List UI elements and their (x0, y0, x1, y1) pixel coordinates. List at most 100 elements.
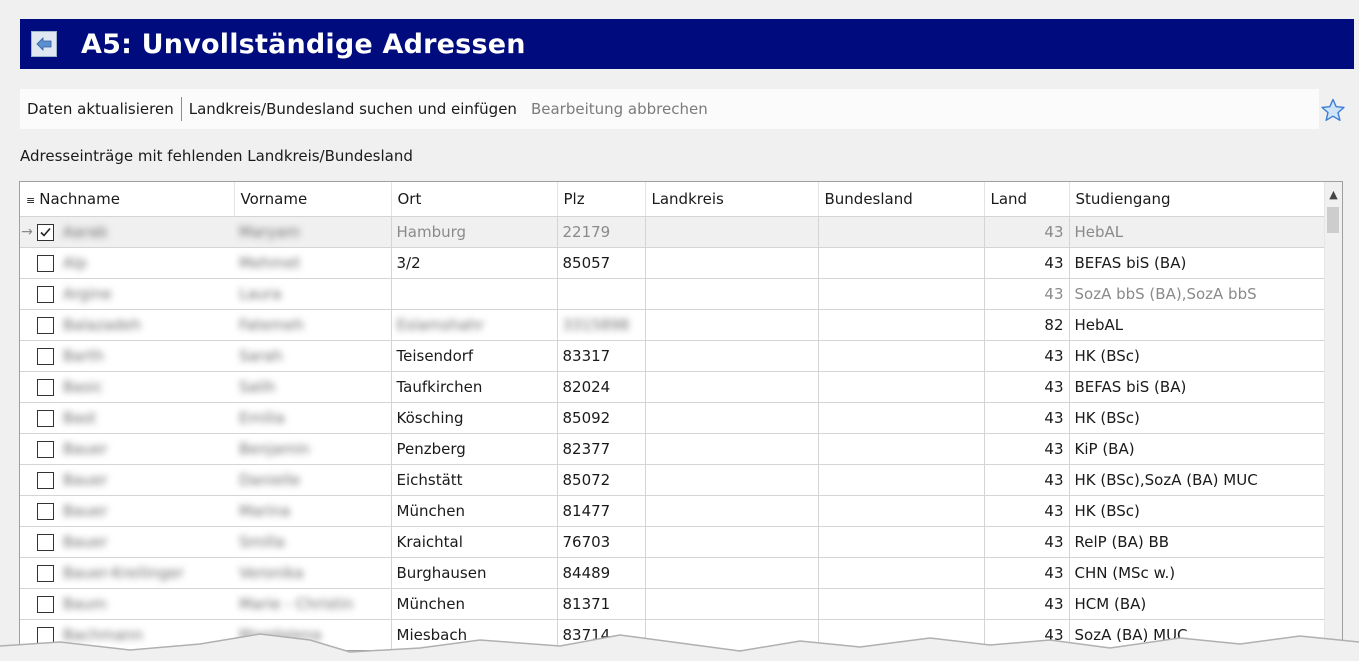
cell-vorname[interactable]: Fatemeh (234, 309, 392, 341)
table-row[interactable]: Bauer Danielle Eichstätt 85072 43 HK (BSc),So… (20, 464, 1328, 496)
cell-vorname[interactable]: Sarah (234, 340, 392, 372)
row-checkbox[interactable] (37, 316, 54, 334)
cell-plz[interactable]: 3315898 (557, 309, 646, 341)
cell-landkreis[interactable] (645, 371, 819, 403)
table-row[interactable]: Balazadeh Fatemeh Eslamshahr 3315898 82 HebAL (20, 309, 1328, 341)
cell-studiengang[interactable]: BEFAS biS (BA) (1069, 371, 1328, 403)
search-insert-district-button[interactable]: Landkreis/Bundesland suchen und einfügen (182, 100, 524, 118)
cell-bundesland[interactable] (818, 526, 985, 558)
cell-bundesland[interactable] (818, 464, 985, 496)
cell-studiengang[interactable]: SozA bbS (BA),SozA bbS (1069, 278, 1328, 310)
cell-landkreis[interactable] (645, 402, 819, 434)
cell-plz[interactable]: 83317 (557, 340, 646, 372)
cell-vorname[interactable]: Benjamin (234, 433, 392, 465)
cell-nachname[interactable]: Bauer (20, 495, 234, 527)
cell-bundesland[interactable] (818, 495, 985, 527)
column-header-plz[interactable]: Plz (557, 182, 646, 217)
refresh-data-button[interactable]: Daten aktualisieren (20, 100, 181, 118)
cell-plz[interactable]: 85072 (557, 464, 646, 496)
cell-ort[interactable]: Teisendorf (391, 340, 558, 372)
column-header-bundesland[interactable]: Bundesland (818, 182, 985, 217)
cell-land[interactable]: 43 (984, 247, 1070, 279)
row-checkbox[interactable] (37, 347, 54, 365)
table-row[interactable]: Argine Laura 43 SozA bbS (BA),SozA bbS (20, 278, 1328, 310)
column-header-vorname[interactable]: Vorname (234, 182, 392, 217)
row-checkbox[interactable] (37, 223, 54, 241)
cell-landkreis[interactable] (645, 309, 819, 341)
column-header-nachname[interactable]: ≡ Nachname (20, 182, 235, 217)
cell-landkreis[interactable] (645, 247, 819, 279)
cell-land[interactable]: 43 (984, 495, 1070, 527)
cell-nachname[interactable]: Balazadeh (20, 309, 234, 341)
row-checkbox[interactable] (37, 254, 54, 272)
cell-nachname[interactable]: Bauer (20, 433, 234, 465)
cell-studiengang[interactable]: HCM (BA) (1069, 588, 1328, 620)
cell-land[interactable]: 43 (984, 278, 1070, 310)
cell-land[interactable]: 43 (984, 340, 1070, 372)
column-header-studiengang[interactable]: Studiengang (1069, 182, 1328, 217)
cell-ort[interactable]: Burghausen (391, 557, 558, 589)
table-row[interactable]: Bauer Smilla Kraichtal 76703 43 RelP (BA) BB (20, 526, 1328, 558)
cell-ort[interactable]: München (391, 588, 558, 620)
row-checkbox[interactable] (37, 533, 54, 551)
table-row[interactable]: Alp Mehmet 3/2 85057 43 BEFAS biS (BA) (20, 247, 1328, 279)
cell-land[interactable]: 43 (984, 216, 1070, 248)
cell-vorname[interactable]: Veronika (234, 557, 392, 589)
cell-vorname[interactable]: Emilia (234, 402, 392, 434)
table-row[interactable]: Bauer Marina München 81477 43 HK (BSc) (20, 495, 1328, 527)
cell-land[interactable]: 43 (984, 557, 1070, 589)
cell-plz[interactable]: 85092 (557, 402, 646, 434)
column-header-land[interactable]: Land (984, 182, 1070, 217)
cell-studiengang[interactable]: HK (BSc) (1069, 495, 1328, 527)
row-checkbox[interactable] (37, 378, 54, 396)
cell-nachname[interactable]: → Aarab (20, 216, 234, 248)
cell-nachname[interactable]: Bast (20, 402, 234, 434)
cell-land[interactable]: 82 (984, 309, 1070, 341)
cell-ort[interactable]: Hamburg (391, 216, 558, 248)
cell-landkreis[interactable] (645, 340, 819, 372)
cell-studiengang[interactable]: HK (BSc) (1069, 402, 1328, 434)
cell-land[interactable]: 43 (984, 464, 1070, 496)
cell-ort[interactable]: Kraichtal (391, 526, 558, 558)
table-row[interactable]: Bauer-Kreilinger Veronika Burghausen 84489 4… (20, 557, 1328, 589)
cell-studiengang[interactable]: KiP (BA) (1069, 433, 1328, 465)
cell-studiengang[interactable]: HebAL (1069, 309, 1328, 341)
cell-bundesland[interactable] (818, 278, 985, 310)
star-icon[interactable] (1320, 98, 1346, 122)
cancel-edit-button[interactable]: Bearbeitung abbrechen (524, 100, 715, 118)
row-checkbox[interactable] (37, 409, 54, 427)
cell-plz[interactable]: 81371 (557, 588, 646, 620)
cell-landkreis[interactable] (645, 464, 819, 496)
cell-landkreis[interactable] (645, 526, 819, 558)
cell-plz[interactable]: 84489 (557, 557, 646, 589)
column-header-ort[interactable]: Ort (391, 182, 558, 217)
row-checkbox[interactable] (37, 285, 54, 303)
row-checkbox[interactable] (37, 440, 54, 458)
cell-land[interactable]: 43 (984, 588, 1070, 620)
cell-bundesland[interactable] (818, 340, 985, 372)
table-row[interactable]: Basic Salih Taufkirchen 82024 43 BEFAS biS (B… (20, 371, 1328, 403)
cell-nachname[interactable]: Barth (20, 340, 234, 372)
cell-studiengang[interactable]: HebAL (1069, 216, 1328, 248)
cell-plz[interactable] (557, 278, 646, 310)
back-button[interactable] (31, 31, 57, 57)
cell-vorname[interactable]: Salih (234, 371, 392, 403)
cell-landkreis[interactable] (645, 588, 819, 620)
cell-ort[interactable]: Kösching (391, 402, 558, 434)
cell-bundesland[interactable] (818, 247, 985, 279)
cell-vorname[interactable]: Marie - Christin (234, 588, 392, 620)
cell-ort[interactable]: Taufkirchen (391, 371, 558, 403)
cell-ort[interactable] (391, 278, 558, 310)
cell-studiengang[interactable]: RelP (BA) BB (1069, 526, 1328, 558)
cell-bundesland[interactable] (818, 371, 985, 403)
column-chooser-icon[interactable]: ≡ (26, 194, 35, 207)
cell-nachname[interactable]: Alp (20, 247, 234, 279)
cell-vorname[interactable]: Marina (234, 495, 392, 527)
cell-nachname[interactable]: Bauer-Kreilinger (20, 557, 234, 589)
cell-bundesland[interactable] (818, 216, 985, 248)
scroll-thumb[interactable] (1327, 207, 1339, 233)
cell-plz[interactable]: 82377 (557, 433, 646, 465)
cell-bundesland[interactable] (818, 402, 985, 434)
cell-nachname[interactable]: Baum (20, 588, 234, 620)
table-row[interactable]: Bast Emilia Kösching 85092 43 HK (BSc) (20, 402, 1328, 434)
